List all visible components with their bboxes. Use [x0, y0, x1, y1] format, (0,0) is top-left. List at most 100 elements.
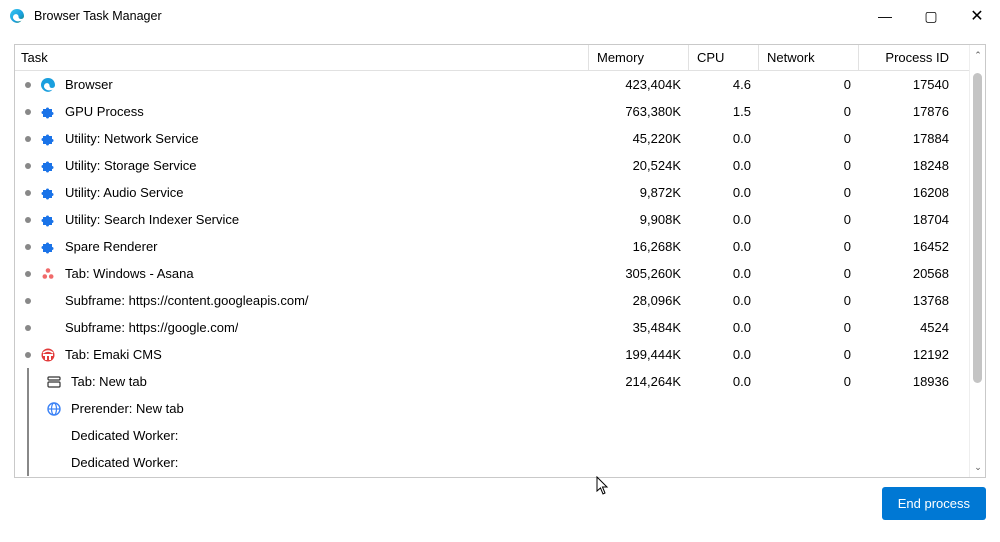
table-row[interactable]: Utility: Network Service45,220K0.0017884: [15, 125, 969, 152]
group-bar: [27, 395, 29, 422]
task-cell: Subframe: https://content.googleapis.com…: [15, 292, 589, 310]
cpu-cell: 0.0: [689, 212, 759, 227]
rows-area: Task Memory CPU Network Process ID Brows…: [15, 45, 969, 477]
window-title: Browser Task Manager: [34, 9, 162, 23]
cpu-cell: 4.6: [689, 77, 759, 92]
group-bar: [27, 368, 29, 395]
cpu-cell: 0.0: [689, 320, 759, 335]
scroll-thumb[interactable]: [973, 73, 982, 383]
asana-icon: [39, 265, 57, 283]
header-network[interactable]: Network: [759, 45, 859, 70]
table-row[interactable]: Prerender: New tab: [15, 395, 969, 422]
network-cell: 0: [759, 77, 859, 92]
row-bullet: [25, 352, 31, 358]
task-cell: Utility: Audio Service: [15, 184, 589, 202]
memory-cell: 35,484K: [589, 320, 689, 335]
close-button[interactable]: ✕: [954, 0, 1000, 32]
scroll-down-icon[interactable]: ⌄: [970, 459, 986, 475]
network-cell: 0: [759, 185, 859, 200]
table-row[interactable]: Utility: Search Indexer Service9,908K0.0…: [15, 206, 969, 233]
task-cell: Dedicated Worker:: [15, 449, 589, 476]
memory-cell: 199,444K: [589, 347, 689, 362]
edge-icon: [39, 76, 57, 94]
task-name: Tab: Windows - Asana: [65, 266, 194, 281]
window-root: Browser Task Manager ― ▢ ✕ Task Memory C…: [0, 0, 1000, 542]
memory-cell: 423,404K: [589, 77, 689, 92]
table-row[interactable]: Dedicated Worker:: [15, 422, 969, 449]
header-cpu[interactable]: CPU: [689, 45, 759, 70]
task-cell: Tab: Windows - Asana: [15, 265, 589, 283]
cpu-cell: 0.0: [689, 266, 759, 281]
table-row[interactable]: Browser423,404K4.6017540: [15, 71, 969, 98]
pid-cell: 16452: [859, 239, 969, 254]
cpu-cell: 0.0: [689, 239, 759, 254]
minimize-button[interactable]: ―: [862, 0, 908, 32]
header-memory[interactable]: Memory: [589, 45, 689, 70]
table-row[interactable]: Subframe: https://google.com/35,484K0.00…: [15, 314, 969, 341]
task-name: Dedicated Worker:: [71, 455, 178, 470]
scrollbar[interactable]: ⌃ ⌄: [969, 45, 985, 477]
network-cell: 0: [759, 293, 859, 308]
task-name: GPU Process: [65, 104, 144, 119]
memory-cell: 9,908K: [589, 212, 689, 227]
pid-cell: 18936: [859, 374, 969, 389]
row-bullet: [25, 82, 31, 88]
group-bar: [27, 449, 29, 476]
row-bullet: [25, 163, 31, 169]
cpu-cell: 1.5: [689, 104, 759, 119]
pid-cell: 4524: [859, 320, 969, 335]
row-bullet: [25, 298, 31, 304]
task-name: Utility: Audio Service: [65, 185, 184, 200]
task-cell: Subframe: https://google.com/: [15, 319, 589, 337]
header-pid[interactable]: Process ID: [859, 50, 969, 65]
maximize-button[interactable]: ▢: [908, 0, 954, 32]
titlebar[interactable]: Browser Task Manager ― ▢ ✕: [0, 0, 1000, 32]
pid-cell: 13768: [859, 293, 969, 308]
window-controls: ― ▢ ✕: [862, 0, 1000, 32]
network-cell: 0: [759, 158, 859, 173]
puzzle-icon: [39, 211, 57, 229]
blank-icon: [39, 319, 57, 337]
rows-container: Browser423,404K4.6017540 GPU Process 763,3…: [15, 71, 969, 476]
network-cell: 0: [759, 347, 859, 362]
footer: End process: [14, 478, 986, 528]
scroll-up-icon[interactable]: ⌃: [970, 47, 986, 63]
blank-icon: [45, 454, 63, 472]
table-row[interactable]: Tab: Windows - Asana305,260K0.0020568: [15, 260, 969, 287]
memory-cell: 214,264K: [589, 374, 689, 389]
pid-cell: 12192: [859, 347, 969, 362]
task-name: Spare Renderer: [65, 239, 158, 254]
table-row[interactable]: Tab: Emaki CMS199,444K0.0012192: [15, 341, 969, 368]
table-row[interactable]: Subframe: https://content.googleapis.com…: [15, 287, 969, 314]
task-cell: Utility: Search Indexer Service: [15, 211, 589, 229]
memory-cell: 763,380K: [589, 104, 689, 119]
cpu-cell: 0.0: [689, 293, 759, 308]
header-task[interactable]: Task: [15, 45, 589, 70]
task-name: Utility: Network Service: [65, 131, 199, 146]
task-cell: Prerender: New tab: [15, 395, 589, 422]
content-area: Task Memory CPU Network Process ID Brows…: [0, 32, 1000, 542]
table-row[interactable]: Spare Renderer16,268K0.0016452: [15, 233, 969, 260]
network-cell: 0: [759, 374, 859, 389]
memory-cell: 20,524K: [589, 158, 689, 173]
end-process-button[interactable]: End process: [882, 487, 986, 520]
table-row[interactable]: Utility: Storage Service20,524K0.0018248: [15, 152, 969, 179]
row-bullet: [25, 217, 31, 223]
table-row[interactable]: Utility: Audio Service9,872K0.0016208: [15, 179, 969, 206]
table-row[interactable]: GPU Process763,380K1.5017876: [15, 98, 969, 125]
pid-cell: 18704: [859, 212, 969, 227]
memory-cell: 305,260K: [589, 266, 689, 281]
blank-icon: [45, 427, 63, 445]
newtab-icon: [45, 373, 63, 391]
memory-cell: 45,220K: [589, 131, 689, 146]
puzzle-icon: [39, 157, 57, 175]
table-row[interactable]: Dedicated Worker:: [15, 449, 969, 476]
table-row[interactable]: Tab: New tab214,264K0.0018936: [15, 368, 969, 395]
network-cell: 0: [759, 239, 859, 254]
task-table: Task Memory CPU Network Process ID Brows…: [14, 44, 986, 478]
puzzle-icon: [39, 238, 57, 256]
puzzle-icon: [39, 184, 57, 202]
puzzle-icon: [39, 103, 57, 121]
task-name: Subframe: https://content.googleapis.com…: [65, 293, 309, 308]
emaki-icon: [39, 346, 57, 364]
